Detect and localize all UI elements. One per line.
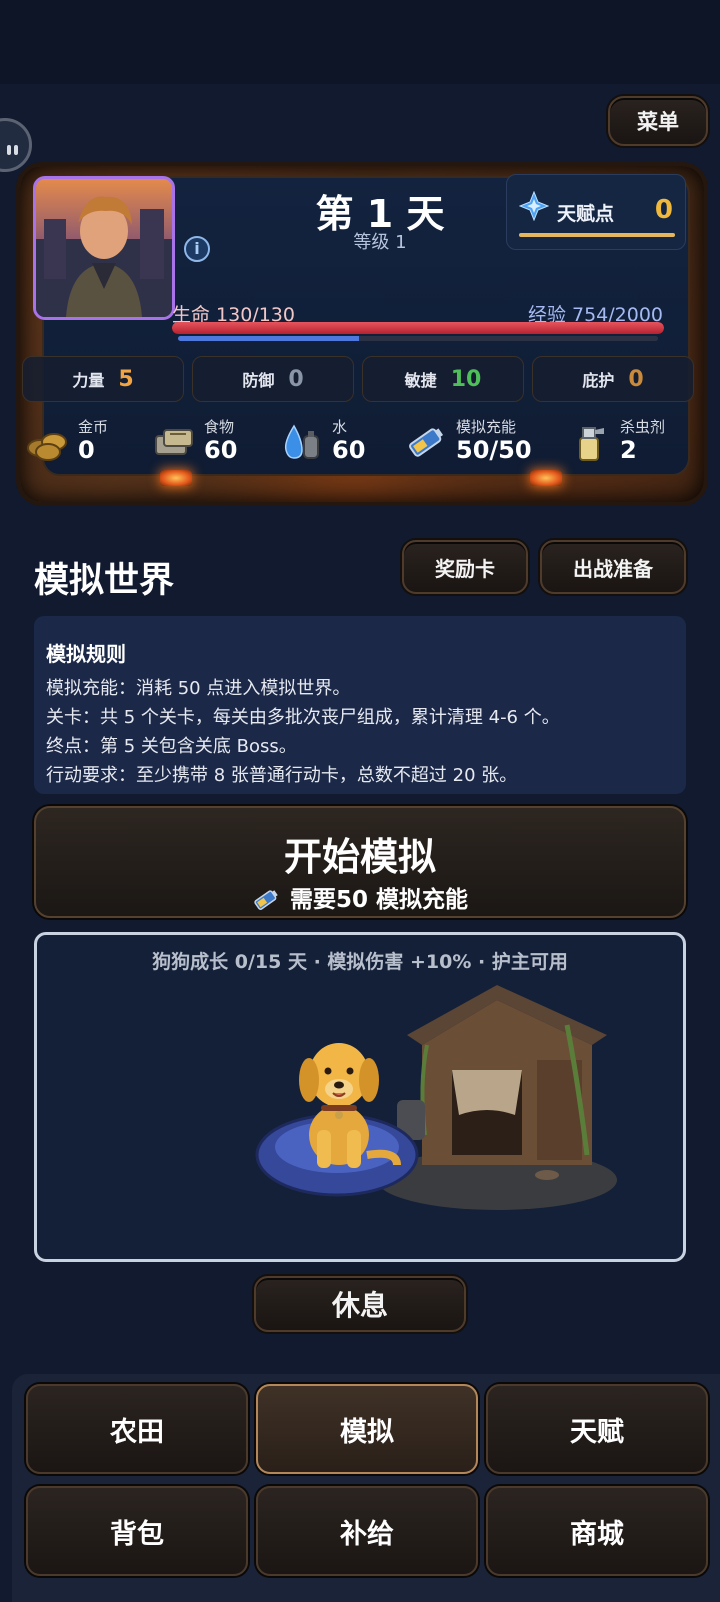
stat-label: 敏捷: [404, 371, 437, 390]
info-icon[interactable]: i: [184, 236, 210, 262]
resource-food: 食物 60: [152, 414, 272, 470]
resource-name: 食物: [204, 418, 235, 436]
stat-label: 庇护: [582, 371, 615, 390]
stat-value: 10: [450, 366, 482, 392]
floating-handle[interactable]: [0, 118, 32, 172]
start-requirement: 需要50 模拟充能: [289, 887, 468, 913]
rules-box: 模拟规则 模拟充能：消耗 50 点进入模拟世界。 关卡：共 5 个关卡，每关由多…: [34, 616, 686, 794]
nav-backpack-button[interactable]: 背包: [26, 1486, 248, 1576]
rules-title: 模拟规则: [46, 642, 126, 666]
stat-value: 0: [288, 366, 304, 392]
resource-name: 杀虫剂: [620, 418, 666, 436]
rules-line: 终点：第 5 关包含关底 Boss。: [46, 736, 297, 757]
start-subtitle: 需要50 模拟充能: [36, 880, 684, 914]
rest-button[interactable]: 休息: [254, 1276, 466, 1332]
resource-name: 水: [332, 418, 348, 436]
stat-value: 0: [628, 366, 644, 392]
resource-coins: 金币 0: [26, 414, 146, 470]
battery-icon: [254, 890, 278, 910]
player-portrait-image: [36, 196, 172, 317]
bottom-nav: 农田 模拟 天赋 背包 补给 商城: [12, 1374, 720, 1602]
talent-label: 天赋点: [557, 203, 615, 225]
nav-supply-button[interactable]: 补给: [256, 1486, 478, 1576]
resource-value: 50/50: [456, 436, 532, 464]
rules-line: 关卡：共 5 个关卡，每关由多批次丧尸组成，累计清理 4-6 个。: [46, 707, 560, 728]
section-title: 模拟世界: [34, 561, 175, 601]
talent-points-box[interactable]: 天赋点 0: [506, 174, 686, 250]
food-icon: [155, 429, 193, 455]
nav-simulation-button[interactable]: 模拟: [256, 1384, 478, 1474]
stat-label: 防御: [242, 371, 275, 390]
dog-kennel-scene: [255, 985, 617, 1210]
resource-value: 60: [204, 436, 238, 464]
start-simulation-button[interactable]: 开始模拟 需要50 模拟充能: [34, 806, 686, 918]
menu-button[interactable]: 菜单: [608, 96, 708, 146]
talent-value: 0: [654, 195, 673, 225]
resource-name: 模拟充能: [456, 418, 517, 436]
dog-panel[interactable]: 狗狗成长 0/15 天 · 模拟伤害 +10% · 护主可用: [34, 932, 686, 1262]
kennel-icon: [397, 985, 607, 1180]
stat-strength: 力量 5: [22, 356, 184, 402]
stat-value: 5: [118, 366, 134, 392]
xp-bar-fill: [178, 336, 359, 341]
talent-underline: [519, 233, 675, 237]
start-title: 开始模拟: [283, 835, 436, 879]
nav-shop-button[interactable]: 商城: [486, 1486, 708, 1576]
resource-insecticide: 杀虫剂 2: [570, 414, 680, 470]
resource-water: 水 60: [280, 414, 390, 470]
coins-icon: [27, 433, 67, 461]
battle-prep-button[interactable]: 出战准备: [540, 540, 686, 594]
stat-agility: 敏捷 10: [362, 356, 524, 402]
resource-name: 金币: [78, 418, 109, 436]
resource-value: 0: [78, 436, 95, 464]
panel-lamp: [530, 470, 562, 486]
top-bar: [0, 0, 720, 84]
resource-value: 60: [332, 436, 366, 464]
level-text: 等级 1: [353, 232, 407, 253]
nav-farm-button[interactable]: 农田: [26, 1384, 248, 1474]
star-crystal-icon: [519, 191, 549, 221]
rules-line: 行动要求：至少携带 8 张普通行动卡，总数不超过 20 张。: [46, 765, 518, 786]
water-icon: [284, 424, 319, 459]
spray-icon: [579, 427, 604, 461]
battery-icon: [409, 428, 444, 457]
hp-bar-fill: [172, 322, 664, 334]
stat-label: 力量: [72, 371, 105, 390]
handle-dots-icon: [7, 140, 21, 155]
stat-defense: 防御 0: [192, 356, 354, 402]
rules-line: 模拟充能：消耗 50 点进入模拟世界。: [46, 678, 351, 699]
panel-lamp: [160, 470, 192, 486]
resource-value: 2: [620, 436, 637, 464]
player-avatar[interactable]: [33, 176, 175, 320]
xp-bar: [178, 336, 658, 341]
hp-bar: [172, 322, 664, 334]
nav-talent-button[interactable]: 天赋: [486, 1384, 708, 1474]
stat-shelter: 庇护 0: [532, 356, 694, 402]
reward-card-button[interactable]: 奖励卡: [402, 540, 528, 594]
resource-sim-charge: 模拟充能 50/50: [404, 414, 544, 470]
